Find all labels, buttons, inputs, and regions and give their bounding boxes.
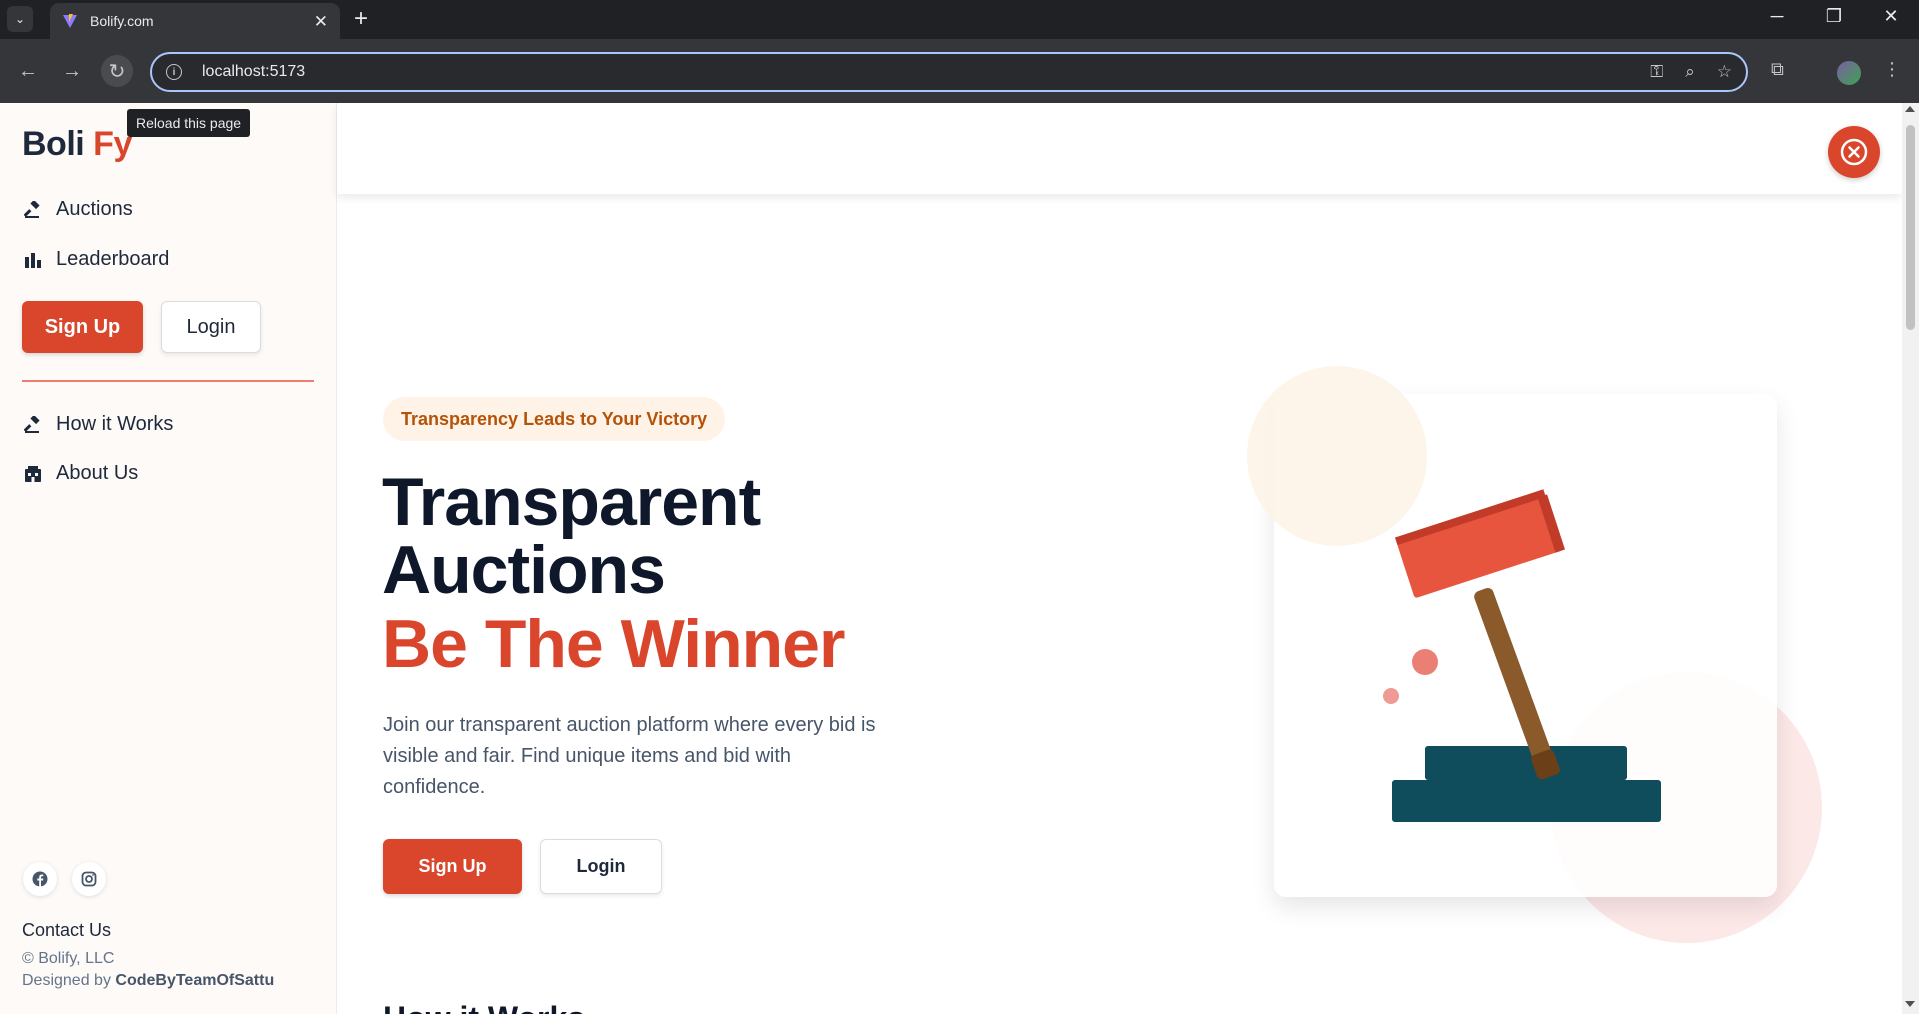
top-header-bar [337, 103, 1902, 194]
sidebar-item-about-us[interactable]: About Us [22, 462, 138, 485]
gavel-illustration-icon [1383, 489, 1661, 822]
profile-avatar[interactable] [1837, 61, 1861, 85]
sidebar-item-auctions[interactable]: Auctions [22, 198, 133, 221]
vite-logo-icon [63, 14, 77, 28]
chevron-down-icon: ⌄ [14, 12, 26, 26]
extensions-icon[interactable]: ⧉ [1771, 59, 1784, 80]
tab-search-button[interactable]: ⌄ [7, 6, 33, 32]
url-text[interactable]: localhost:5173 [202, 63, 1628, 81]
browser-tabstrip: ⌄ Bolify.com ✕ + ─ ❐ ✕ [0, 0, 1919, 39]
site-info-icon[interactable]: i [166, 64, 182, 80]
sidebar-item-label: About Us [56, 462, 139, 484]
site-logo[interactable]: Boli Fy [22, 125, 132, 164]
hero-signup-button[interactable]: Sign Up [383, 839, 522, 894]
password-key-icon[interactable]: ⚿ [1650, 62, 1663, 82]
sidebar: Boli Fy Auctions Leaderboard Sign Up Log… [0, 103, 337, 1014]
hero-badge: Transparency Leads to Your Victory [383, 397, 726, 441]
designer-name: CodeByTeamOfSattu [115, 972, 275, 989]
designed-prefix: Designed by [22, 972, 116, 989]
logo-main: Boli [22, 125, 94, 163]
forward-icon[interactable]: → [56, 55, 88, 87]
sidebar-login-button[interactable]: Login [161, 301, 261, 353]
reload-tooltip: Reload this page [127, 109, 251, 137]
gavel-icon [22, 414, 44, 436]
gavel-icon [22, 199, 44, 221]
sidebar-signup-button[interactable]: Sign Up [22, 301, 143, 353]
reload-icon[interactable]: ↻ [101, 55, 133, 87]
scroll-up-arrow-icon[interactable] [1905, 106, 1915, 112]
tab-title: Bolify.com [90, 13, 154, 29]
designed-by-text: Designed by CodeByTeamOfSattu [22, 972, 274, 990]
sidebar-item-label: How it Works [56, 413, 174, 435]
hero-title-line2: Auctions [382, 532, 666, 608]
hero-description: Join our transparent auction platform wh… [383, 714, 876, 798]
tab-close-icon[interactable]: ✕ [314, 13, 328, 30]
scrollbar-thumb[interactable] [1906, 125, 1915, 330]
hero-login-button[interactable]: Login [540, 839, 662, 894]
sidebar-item-how-it-works[interactable]: How it Works [22, 413, 173, 436]
copyright-text: © Bolify, LLC [22, 950, 115, 967]
instagram-icon[interactable] [72, 862, 106, 896]
hero-title-line1: Transparent [382, 464, 761, 540]
sidebar-item-label: Leaderboard [56, 248, 170, 270]
building-icon [22, 463, 44, 485]
how-it-works-heading: How it Works [383, 1000, 585, 1014]
hero-accent-title: Be The Winner [382, 606, 845, 682]
window-close-icon[interactable]: ✕ [1877, 6, 1905, 27]
restore-icon[interactable]: ❐ [1820, 6, 1848, 27]
new-tab-button[interactable]: + [354, 7, 368, 31]
sidebar-item-leaderboard[interactable]: Leaderboard [22, 248, 169, 271]
close-sidebar-button[interactable] [1828, 126, 1880, 178]
bookmark-star-icon[interactable]: ☆ [1717, 62, 1732, 82]
bar-chart-icon [22, 249, 44, 271]
browser-tab[interactable]: Bolify.com ✕ [50, 3, 340, 39]
sidebar-divider [22, 380, 314, 382]
menu-kebab-icon[interactable]: ⋮ [1883, 59, 1901, 80]
scroll-down-arrow-icon[interactable] [1905, 1001, 1915, 1007]
facebook-icon[interactable] [23, 862, 57, 896]
address-bar[interactable]: i localhost:5173 ⚿ ⌕ ☆ [150, 52, 1748, 92]
browser-toolbar: ← → ↻ i localhost:5173 ⚿ ⌕ ☆ ⧉ ⋮ [0, 39, 1919, 103]
minimize-icon[interactable]: ─ [1763, 6, 1791, 27]
hero-title: Transparent Auctions [382, 464, 761, 608]
back-icon[interactable]: ← [12, 55, 44, 87]
zoom-icon[interactable]: ⌕ [1685, 62, 1695, 82]
sidebar-item-label: Auctions [56, 198, 133, 220]
close-circle-icon [1840, 138, 1868, 166]
contact-us-link[interactable]: Contact Us [22, 920, 111, 941]
